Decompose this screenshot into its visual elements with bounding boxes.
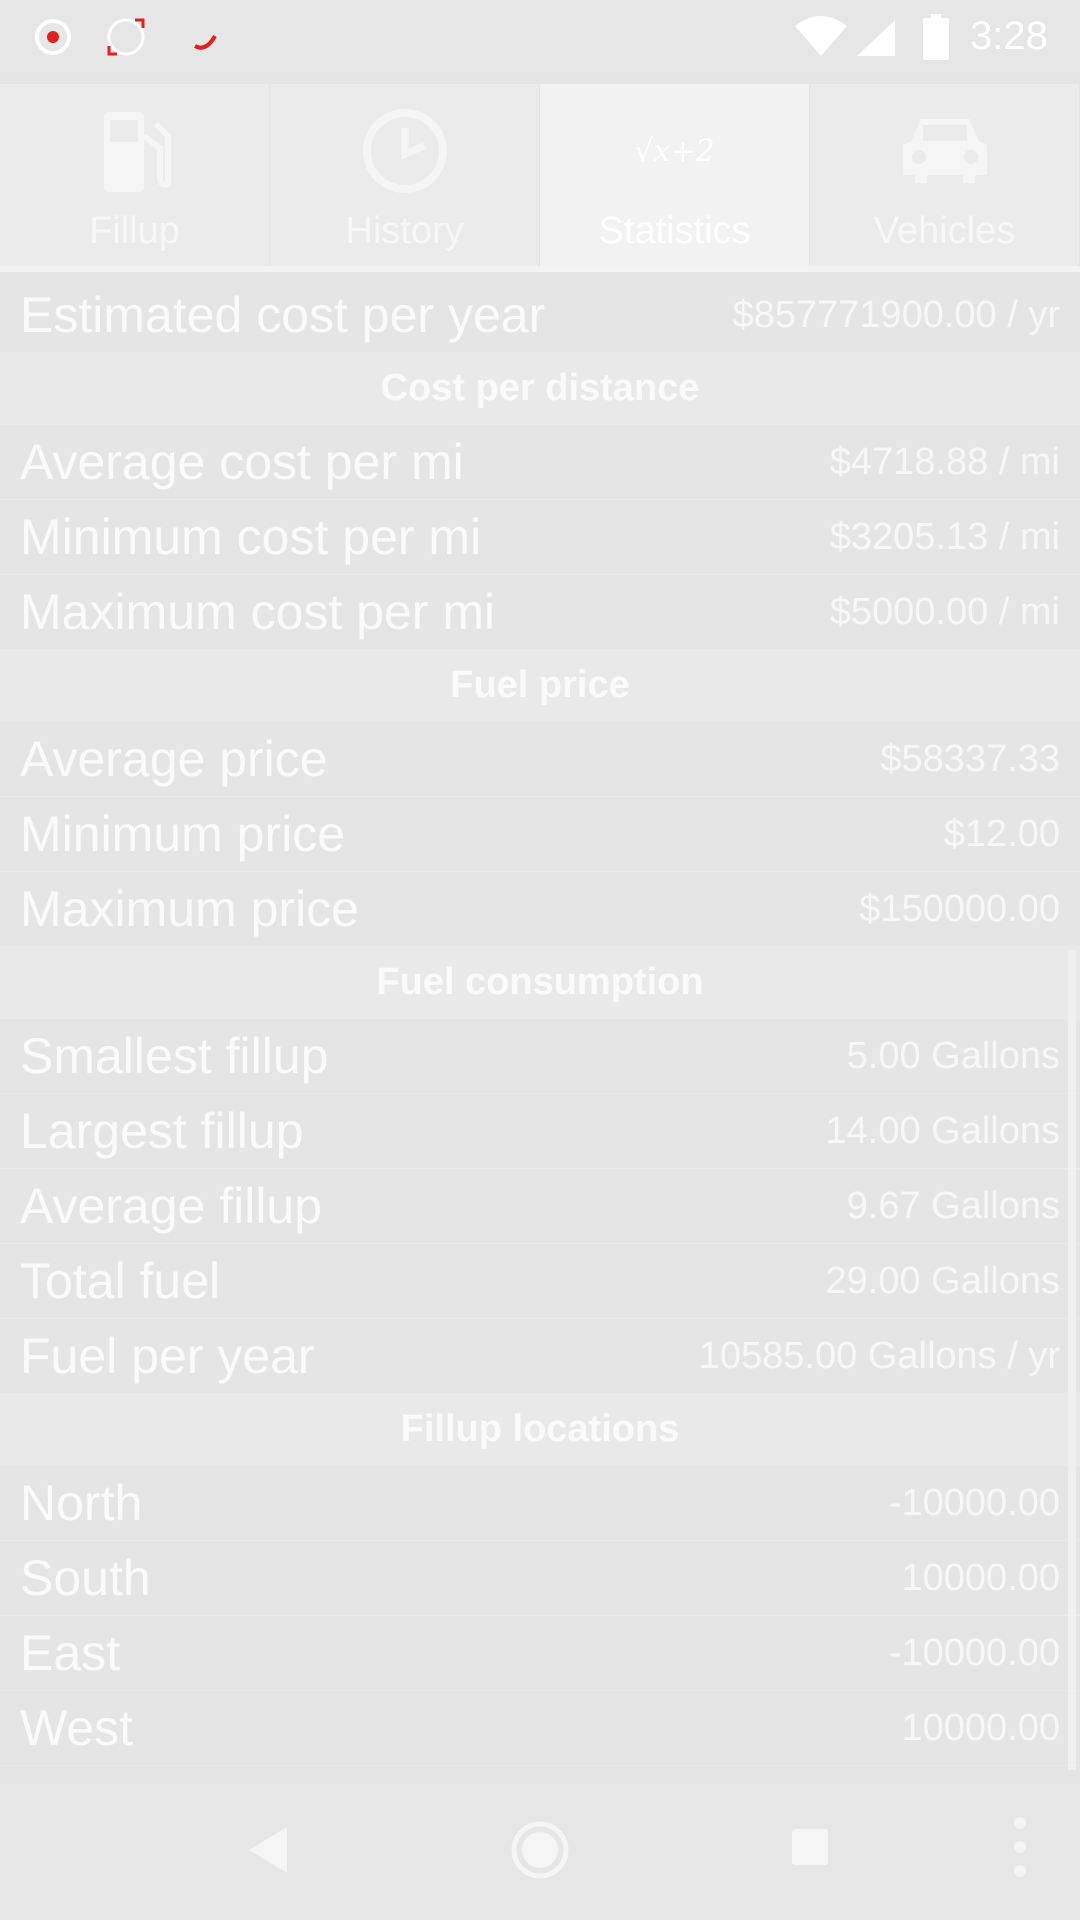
stat-value: $58337.33 <box>880 737 1060 780</box>
stat-label: Largest fillup <box>20 1103 304 1159</box>
clock-icon <box>362 109 447 193</box>
list-item: Average cost per mi $4718.88 / mi <box>0 425 1080 500</box>
stat-label: Estimated cost per year <box>20 287 546 343</box>
list-item: Average fillup 9.67 Gallons <box>0 1169 1080 1244</box>
list-item: East -10000.00 <box>0 1616 1080 1691</box>
stat-label: Fuel per year <box>20 1328 315 1384</box>
stat-value: 10000.00 <box>901 1706 1061 1749</box>
section-header: Fuel consumption <box>0 947 1080 1019</box>
tab-vehicles[interactable]: Vehicles <box>810 84 1080 266</box>
tab-label: Statistics <box>598 210 751 252</box>
stat-value: $12.00 <box>943 812 1060 855</box>
stat-label: Minimum price <box>20 806 346 862</box>
overflow-menu-icon[interactable] <box>1005 1815 1035 1879</box>
tab-label: Vehicles <box>873 210 1016 252</box>
notification-icon <box>35 19 71 55</box>
stat-value: -10000.00 <box>888 1631 1060 1674</box>
tab-label: Fillup <box>89 210 180 252</box>
section-header: Cost per distance <box>0 353 1080 425</box>
stat-label: Total fuel <box>20 1253 221 1309</box>
section-header: Fillup locations <box>0 1394 1080 1466</box>
section-title: Fuel consumption <box>376 961 704 1003</box>
battery-icon <box>923 14 949 60</box>
stat-label: West <box>20 1700 133 1756</box>
stat-value: 29.00 Gallons <box>825 1259 1061 1302</box>
stat-value: $3205.13 / mi <box>829 515 1060 558</box>
section-title: Fuel price <box>450 664 630 706</box>
stat-value: $4718.88 / mi <box>829 440 1060 483</box>
list-item: Largest fillup 14.00 Gallons <box>0 1094 1080 1169</box>
fuel-pump-icon <box>103 112 171 192</box>
stat-value: -10000.00 <box>888 1481 1060 1524</box>
cell-signal-icon <box>857 20 895 56</box>
section-title: Cost per distance <box>380 367 700 409</box>
list-item: Fuel per year 10585.00 Gallons / yr <box>0 1319 1080 1394</box>
notification-icon <box>194 34 217 50</box>
stat-value: 5.00 Gallons <box>846 1034 1060 1077</box>
stat-value: $150000.00 <box>859 887 1060 930</box>
stat-label: Average price <box>20 731 328 787</box>
list-item: Average price $58337.33 <box>0 722 1080 797</box>
navigation-bar <box>0 1780 1080 1920</box>
list-item: West 10000.00 <box>0 1691 1080 1766</box>
home-icon[interactable] <box>510 1820 570 1880</box>
list-item: Total fuel 29.00 Gallons <box>0 1244 1080 1319</box>
car-icon <box>902 119 987 183</box>
stat-label: Minimum cost per mi <box>20 509 482 565</box>
stat-label: East <box>20 1625 121 1681</box>
stat-value: $5000.00 / mi <box>829 590 1060 633</box>
scrollbar[interactable] <box>1068 950 1076 1770</box>
stat-value: 10585.00 Gallons / yr <box>698 1334 1060 1377</box>
list-item: Estimated cost per year $857771900.00 / … <box>0 278 1080 353</box>
section-title: Fillup locations <box>400 1408 680 1450</box>
tab-bar: Fillup History √x+2 Statistics Vehicles <box>0 84 1080 266</box>
tab-label: History <box>345 210 464 252</box>
wifi-icon <box>795 16 847 56</box>
back-icon[interactable] <box>245 1825 289 1875</box>
stat-value: 10000.00 <box>901 1556 1061 1599</box>
stat-label: Maximum cost per mi <box>20 584 496 640</box>
stat-label: Maximum price <box>20 881 359 937</box>
status-time: 3:28 <box>970 14 1048 58</box>
list-item: North -10000.00 <box>0 1466 1080 1541</box>
status-bar: 3:28 <box>0 0 1080 75</box>
list-item: Maximum cost per mi $5000.00 / mi <box>0 575 1080 650</box>
stat-label: Smallest fillup <box>20 1028 329 1084</box>
stat-value: $857771900.00 / yr <box>732 293 1061 336</box>
recents-icon[interactable] <box>790 1827 830 1867</box>
stat-label: North <box>20 1475 143 1531</box>
stat-value: 9.67 Gallons <box>846 1184 1060 1227</box>
tab-statistics[interactable]: √x+2 Statistics <box>540 84 810 266</box>
tab-indicator <box>0 266 1080 272</box>
list-item: Maximum price $150000.00 <box>0 872 1080 947</box>
stat-label: Average cost per mi <box>20 434 464 490</box>
stat-value: 14.00 Gallons <box>825 1109 1061 1152</box>
notification-icon <box>107 18 145 56</box>
list-item: Minimum price $12.00 <box>0 797 1080 872</box>
stat-label: South <box>20 1550 151 1606</box>
list-item: Minimum cost per mi $3205.13 / mi <box>0 500 1080 575</box>
stat-label: Average fillup <box>20 1178 323 1234</box>
tab-history[interactable]: History <box>270 84 540 266</box>
statistics-list[interactable]: Estimated cost per year $857771900.00 / … <box>0 278 1080 1766</box>
list-item: South 10000.00 <box>0 1541 1080 1616</box>
tab-fillup[interactable]: Fillup <box>0 84 270 266</box>
list-item: Smallest fillup 5.00 Gallons <box>0 1019 1080 1094</box>
section-header: Fuel price <box>0 650 1080 722</box>
sqrt-formula-icon: √x+2 <box>634 133 715 169</box>
